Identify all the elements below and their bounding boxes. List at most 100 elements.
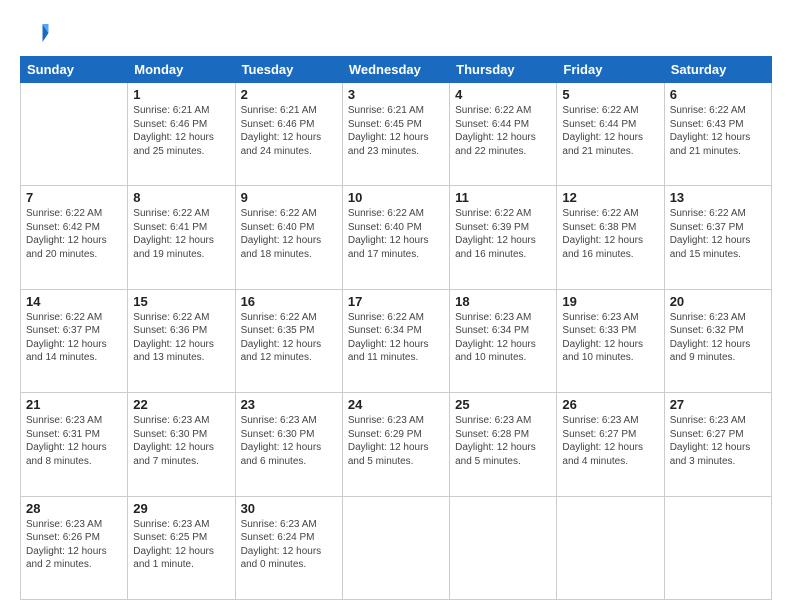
day-info: Sunrise: 6:22 AM Sunset: 6:39 PM Dayligh… — [455, 207, 551, 261]
day-info: Sunrise: 6:21 AM Sunset: 6:46 PM Dayligh… — [133, 104, 229, 158]
empty-cell — [557, 496, 664, 599]
day-cell-30: 30 Sunrise: 6:23 AM Sunset: 6:24 PM Dayli… — [235, 496, 342, 599]
day-cell-17: 17 Sunrise: 6:22 AM Sunset: 6:34 PM Dayli… — [342, 289, 449, 392]
day-info: Sunrise: 6:23 AM Sunset: 6:24 PM Dayligh… — [241, 518, 337, 572]
day-cell-25: 25 Sunrise: 6:23 AM Sunset: 6:28 PM Dayli… — [450, 393, 557, 496]
day-info: Sunrise: 6:23 AM Sunset: 6:33 PM Dayligh… — [562, 311, 658, 365]
weekday-header-saturday: Saturday — [664, 57, 771, 83]
day-cell-14: 14 Sunrise: 6:22 AM Sunset: 6:37 PM Dayli… — [21, 289, 128, 392]
day-number: 2 — [241, 87, 337, 102]
day-number: 20 — [670, 294, 766, 309]
empty-cell — [21, 83, 128, 186]
day-cell-7: 7 Sunrise: 6:22 AM Sunset: 6:42 PM Daylig… — [21, 186, 128, 289]
day-info: Sunrise: 6:23 AM Sunset: 6:32 PM Dayligh… — [670, 311, 766, 365]
day-number: 22 — [133, 397, 229, 412]
week-row-5: 28 Sunrise: 6:23 AM Sunset: 6:26 PM Dayli… — [21, 496, 772, 599]
day-number: 26 — [562, 397, 658, 412]
day-info: Sunrise: 6:23 AM Sunset: 6:27 PM Dayligh… — [562, 414, 658, 468]
empty-cell — [664, 496, 771, 599]
day-number: 9 — [241, 190, 337, 205]
day-number: 10 — [348, 190, 444, 205]
day-info: Sunrise: 6:22 AM Sunset: 6:34 PM Dayligh… — [348, 311, 444, 365]
day-cell-5: 5 Sunrise: 6:22 AM Sunset: 6:44 PM Daylig… — [557, 83, 664, 186]
day-cell-8: 8Sunrise: 6:22 AM Sunset: 6:41 PM Daylig… — [128, 186, 235, 289]
day-info: Sunrise: 6:22 AM Sunset: 6:35 PM Dayligh… — [241, 311, 337, 365]
day-info: Sunrise: 6:23 AM Sunset: 6:34 PM Dayligh… — [455, 311, 551, 365]
day-number: 3 — [348, 87, 444, 102]
day-cell-6: 6 Sunrise: 6:22 AM Sunset: 6:43 PM Daylig… — [664, 83, 771, 186]
day-cell-23: 23 Sunrise: 6:23 AM Sunset: 6:30 PM Dayli… — [235, 393, 342, 496]
page: SundayMondayTuesdayWednesdayThursdayFrid… — [0, 0, 792, 612]
day-info: Sunrise: 6:22 AM Sunset: 6:37 PM Dayligh… — [26, 311, 122, 365]
weekday-header-tuesday: Tuesday — [235, 57, 342, 83]
day-number: 21 — [26, 397, 122, 412]
logo-icon — [20, 18, 50, 48]
day-info: Sunrise: 6:21 AM Sunset: 6:45 PM Dayligh… — [348, 104, 444, 158]
day-info: Sunrise: 6:23 AM Sunset: 6:30 PM Dayligh… — [133, 414, 229, 468]
weekday-header-row: SundayMondayTuesdayWednesdayThursdayFrid… — [21, 57, 772, 83]
day-number: 13 — [670, 190, 766, 205]
day-info: Sunrise: 6:22 AM Sunset: 6:43 PM Dayligh… — [670, 104, 766, 158]
day-info: Sunrise: 6:23 AM Sunset: 6:31 PM Dayligh… — [26, 414, 122, 468]
day-number: 27 — [670, 397, 766, 412]
day-cell-20: 20 Sunrise: 6:23 AM Sunset: 6:32 PM Dayli… — [664, 289, 771, 392]
day-info: Sunrise: 6:22 AM Sunset: 6:44 PM Dayligh… — [455, 104, 551, 158]
day-info: Sunrise: 6:22 AM Sunset: 6:42 PM Dayligh… — [26, 207, 122, 261]
day-number: 6 — [670, 87, 766, 102]
day-cell-18: 18 Sunrise: 6:23 AM Sunset: 6:34 PM Dayli… — [450, 289, 557, 392]
day-number: 7 — [26, 190, 122, 205]
logo — [20, 18, 54, 48]
day-cell-24: 24Sunrise: 6:23 AM Sunset: 6:29 PM Dayli… — [342, 393, 449, 496]
day-cell-19: 19 Sunrise: 6:23 AM Sunset: 6:33 PM Dayli… — [557, 289, 664, 392]
empty-cell — [450, 496, 557, 599]
day-number: 19 — [562, 294, 658, 309]
day-info: Sunrise: 6:22 AM Sunset: 6:38 PM Dayligh… — [562, 207, 658, 261]
day-number: 8 — [133, 190, 229, 205]
day-number: 4 — [455, 87, 551, 102]
day-number: 14 — [26, 294, 122, 309]
day-number: 23 — [241, 397, 337, 412]
day-number: 25 — [455, 397, 551, 412]
day-number: 30 — [241, 501, 337, 516]
week-row-1: 1 Sunrise: 6:21 AM Sunset: 6:46 PM Daylig… — [21, 83, 772, 186]
day-info: Sunrise: 6:23 AM Sunset: 6:27 PM Dayligh… — [670, 414, 766, 468]
day-cell-13: 13 Sunrise: 6:22 AM Sunset: 6:37 PM Dayli… — [664, 186, 771, 289]
day-info: Sunrise: 6:22 AM Sunset: 6:44 PM Dayligh… — [562, 104, 658, 158]
week-row-3: 14 Sunrise: 6:22 AM Sunset: 6:37 PM Dayli… — [21, 289, 772, 392]
day-info: Sunrise: 6:21 AM Sunset: 6:46 PM Dayligh… — [241, 104, 337, 158]
day-info: Sunrise: 6:22 AM Sunset: 6:36 PM Dayligh… — [133, 311, 229, 365]
day-cell-12: 12 Sunrise: 6:22 AM Sunset: 6:38 PM Dayli… — [557, 186, 664, 289]
day-number: 12 — [562, 190, 658, 205]
day-number: 24 — [348, 397, 444, 412]
day-info: Sunrise: 6:23 AM Sunset: 6:26 PM Dayligh… — [26, 518, 122, 572]
day-number: 17 — [348, 294, 444, 309]
day-number: 5 — [562, 87, 658, 102]
day-info: Sunrise: 6:23 AM Sunset: 6:30 PM Dayligh… — [241, 414, 337, 468]
day-info: Sunrise: 6:23 AM Sunset: 6:25 PM Dayligh… — [133, 518, 229, 572]
week-row-4: 21 Sunrise: 6:23 AM Sunset: 6:31 PM Dayli… — [21, 393, 772, 496]
day-number: 1 — [133, 87, 229, 102]
day-cell-10: 10 Sunrise: 6:22 AM Sunset: 6:40 PM Dayli… — [342, 186, 449, 289]
weekday-header-sunday: Sunday — [21, 57, 128, 83]
header — [20, 18, 772, 48]
day-cell-1: 1 Sunrise: 6:21 AM Sunset: 6:46 PM Daylig… — [128, 83, 235, 186]
day-cell-11: 11 Sunrise: 6:22 AM Sunset: 6:39 PM Dayli… — [450, 186, 557, 289]
day-number: 28 — [26, 501, 122, 516]
weekday-header-friday: Friday — [557, 57, 664, 83]
day-number: 18 — [455, 294, 551, 309]
day-cell-3: 3 Sunrise: 6:21 AM Sunset: 6:45 PM Daylig… — [342, 83, 449, 186]
day-info: Sunrise: 6:22 AM Sunset: 6:40 PM Dayligh… — [348, 207, 444, 261]
day-cell-29: 29 Sunrise: 6:23 AM Sunset: 6:25 PM Dayli… — [128, 496, 235, 599]
day-info: Sunrise: 6:22 AM Sunset: 6:37 PM Dayligh… — [670, 207, 766, 261]
day-info: Sunrise: 6:22 AM Sunset: 6:40 PM Dayligh… — [241, 207, 337, 261]
empty-cell — [342, 496, 449, 599]
day-cell-27: 27 Sunrise: 6:23 AM Sunset: 6:27 PM Dayli… — [664, 393, 771, 496]
day-cell-21: 21 Sunrise: 6:23 AM Sunset: 6:31 PM Dayli… — [21, 393, 128, 496]
day-cell-28: 28 Sunrise: 6:23 AM Sunset: 6:26 PM Dayli… — [21, 496, 128, 599]
day-info: Sunrise: 6:23 AM Sunset: 6:28 PM Dayligh… — [455, 414, 551, 468]
day-number: 11 — [455, 190, 551, 205]
day-cell-16: 16Sunrise: 6:22 AM Sunset: 6:35 PM Dayli… — [235, 289, 342, 392]
weekday-header-thursday: Thursday — [450, 57, 557, 83]
day-cell-4: 4 Sunrise: 6:22 AM Sunset: 6:44 PM Daylig… — [450, 83, 557, 186]
day-number: 29 — [133, 501, 229, 516]
